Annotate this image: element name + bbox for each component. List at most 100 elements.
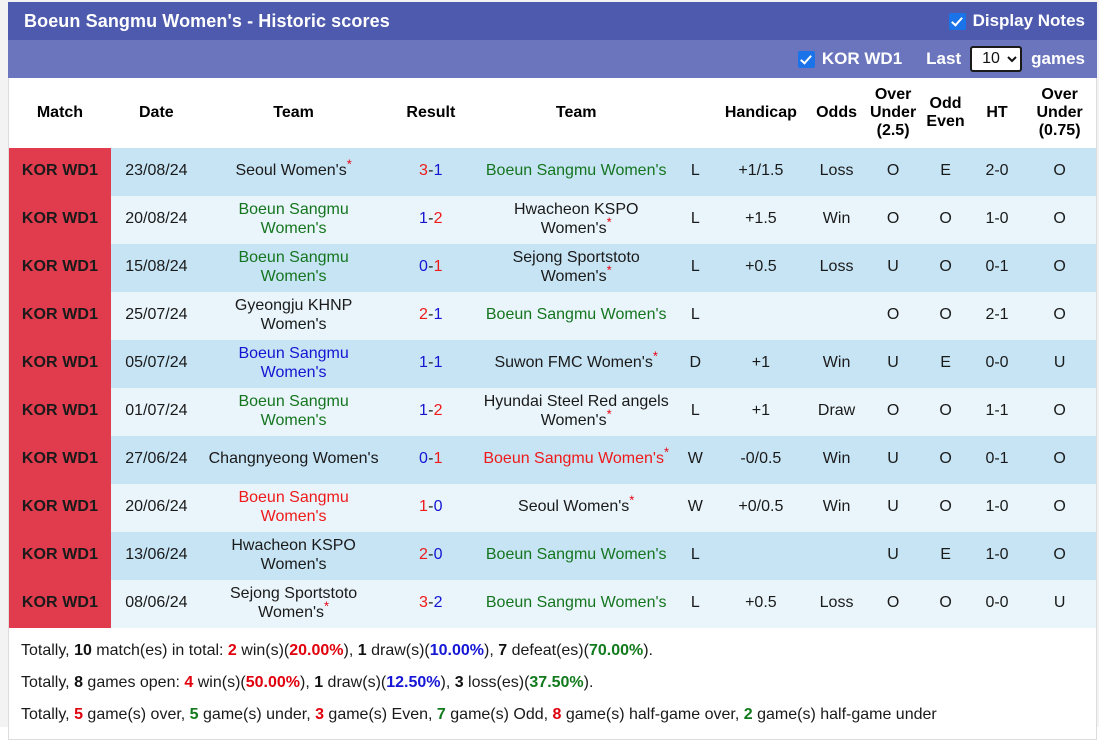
team-name[interactable]: Boeun Sangmu Women's	[238, 201, 348, 237]
competition-badge[interactable]: KOR WD1	[9, 195, 111, 244]
away-score: 1	[433, 162, 443, 180]
over-under-075-value: O	[1023, 147, 1096, 196]
league-filter-toggle[interactable]: KOR WD1	[797, 49, 902, 69]
col-header-odd-even[interactable]: Odd Even	[920, 78, 971, 148]
col-header-handicap[interactable]: Handicap	[714, 78, 808, 148]
away-score: 2	[433, 594, 443, 612]
team-name[interactable]: Hwacheon KSPO Women's	[231, 537, 356, 573]
home-team-cell[interactable]: Boeun Sangmu Women's	[201, 243, 386, 292]
col-header-over-under-075[interactable]: Over Under (0.75)	[1023, 78, 1096, 148]
away-team-cell[interactable]: Sejong Sportstoto Women's*	[476, 243, 677, 292]
table-row[interactable]: KOR WD1 13/06/24 Hwacheon KSPO Women's 2-0 B…	[9, 531, 1096, 580]
competition-badge[interactable]: KOR WD1	[9, 483, 111, 532]
table-row[interactable]: KOR WD1 05/07/24 Boeun Sangmu Women's 1-1 Su…	[9, 339, 1096, 388]
table-row[interactable]: KOR WD1 27/06/24 Changnyeong Women's 0-1 Boe…	[9, 435, 1096, 484]
team-name[interactable]: Boeun Sangmu Women's	[238, 345, 348, 381]
over-under-075-value: O	[1023, 387, 1096, 436]
last-games-select[interactable]: 5102030	[970, 46, 1023, 72]
team-name[interactable]: Boeun Sangmu Women's	[486, 594, 667, 611]
away-team-cell[interactable]: Hyundai Steel Red angels Women's*	[476, 387, 677, 436]
col-header-result[interactable]: Result	[385, 78, 477, 148]
col-header-away-team[interactable]: Team	[476, 78, 677, 148]
team-name[interactable]: Changnyeong Women's	[209, 450, 379, 467]
odd-even-value: E	[920, 339, 971, 388]
competition-badge[interactable]: KOR WD1	[9, 579, 111, 628]
team-name[interactable]: Boeun Sangmu Women's	[238, 393, 348, 429]
home-team-cell[interactable]: Seoul Women's*	[201, 147, 386, 196]
competition-badge[interactable]: KOR WD1	[9, 243, 111, 292]
home-team-cell[interactable]: Boeun Sangmu Women's	[201, 387, 386, 436]
home-team-cell[interactable]: Sejong Sportstoto Women's*	[201, 579, 386, 628]
col-header-ht[interactable]: HT	[970, 78, 1024, 148]
home-team-cell[interactable]: Boeun Sangmu Women's	[201, 339, 386, 388]
txt: games open:	[82, 673, 185, 691]
txt: Totally,	[21, 706, 75, 724]
team-name[interactable]: Seoul Women's*	[235, 158, 351, 179]
competition-badge[interactable]: KOR WD1	[9, 291, 111, 340]
away-team-cell[interactable]: Boeun Sangmu Women's	[476, 579, 677, 628]
table-row[interactable]: KOR WD1 23/08/24 Seoul Women's* 3-1 Boeun Sa…	[9, 147, 1096, 196]
over-under-075-value: O	[1023, 243, 1096, 292]
away-team-cell[interactable]: Boeun Sangmu Women's	[476, 291, 677, 340]
table-row[interactable]: KOR WD1 20/08/24 Boeun Sangmu Women's 1-2 Hw…	[9, 195, 1096, 244]
open-draws: 1	[314, 673, 324, 691]
table-row[interactable]: KOR WD1 20/06/24 Boeun Sangmu Women's 1-0 Se…	[9, 483, 1096, 532]
home-team-cell[interactable]: Changnyeong Women's	[201, 435, 386, 484]
away-team-cell[interactable]: Boeun Sangmu Women's*	[476, 435, 677, 484]
table-row[interactable]: KOR WD1 25/07/24 Gyeongju KHNP Women's 2-1 B…	[9, 291, 1096, 340]
team-name[interactable]: Boeun Sangmu Women's*	[483, 446, 669, 467]
table-row[interactable]: KOR WD1 15/08/24 Boeun Sangmu Women's 0-1 Se…	[9, 243, 1096, 292]
outcome-letter: L	[676, 291, 715, 340]
table-row[interactable]: KOR WD1 01/07/24 Boeun Sangmu Women's 1-2 Hy…	[9, 387, 1096, 436]
col-header-date[interactable]: Date	[110, 78, 202, 148]
txt: game(s) half-game over,	[561, 706, 744, 724]
half-time-score: 0-0	[970, 339, 1024, 388]
games-label: games	[1031, 49, 1085, 68]
handicap-value	[714, 291, 808, 340]
team-name[interactable]: Sejong Sportstoto Women's*	[513, 249, 640, 285]
team-name[interactable]: Boeun Sangmu Women's	[486, 546, 667, 563]
home-team-cell[interactable]: Gyeongju KHNP Women's	[201, 291, 386, 340]
home-team-cell[interactable]: Boeun Sangmu Women's	[201, 483, 386, 532]
outcome-letter: W	[676, 435, 715, 484]
away-team-cell[interactable]: Boeun Sangmu Women's	[476, 531, 677, 580]
team-name[interactable]: Hwacheon KSPO Women's*	[514, 201, 639, 237]
match-date: 25/07/24	[110, 291, 202, 340]
team-name[interactable]: Boeun Sangmu Women's	[238, 249, 348, 285]
txt: loss(es)(	[463, 673, 530, 691]
away-team-cell[interactable]: Suwon FMC Women's*	[476, 339, 677, 388]
competition-badge[interactable]: KOR WD1	[9, 531, 111, 580]
home-team-cell[interactable]: Boeun Sangmu Women's	[201, 195, 386, 244]
col-header-over-under-25[interactable]: Over Under (2.5)	[865, 78, 921, 148]
col-header-odds[interactable]: Odds	[807, 78, 866, 148]
team-name[interactable]: Seoul Women's*	[518, 494, 634, 515]
team-name[interactable]: Boeun Sangmu Women's	[486, 306, 667, 323]
display-notes-toggle[interactable]: Display Notes	[948, 11, 1085, 31]
team-name[interactable]: Boeun Sangmu Women's	[238, 489, 348, 525]
summary-line-open: Totally, 8 games open: 4 win(s)(50.00%),…	[21, 667, 1084, 699]
team-name[interactable]: Gyeongju KHNP Women's	[235, 297, 352, 333]
competition-badge[interactable]: KOR WD1	[9, 387, 111, 436]
outcome-letter: L	[676, 195, 715, 244]
team-name[interactable]: Sejong Sportstoto Women's*	[230, 585, 357, 621]
checkbox-checked-icon[interactable]	[797, 50, 815, 68]
oddeven-line1: Odd	[929, 94, 962, 112]
home-team-cell[interactable]: Hwacheon KSPO Women's	[201, 531, 386, 580]
col-header-home-team[interactable]: Team	[201, 78, 386, 148]
open-losses: 3	[454, 673, 464, 691]
competition-badge[interactable]: KOR WD1	[9, 435, 111, 484]
away-team-cell[interactable]: Seoul Women's*	[476, 483, 677, 532]
col-header-match[interactable]: Match	[9, 78, 111, 148]
team-name[interactable]: Boeun Sangmu Women's	[486, 162, 667, 179]
match-date: 15/08/24	[110, 243, 202, 292]
away-team-cell[interactable]: Hwacheon KSPO Women's*	[476, 195, 677, 244]
table-row[interactable]: KOR WD1 08/06/24 Sejong Sportstoto Women's…	[9, 579, 1096, 628]
away-team-cell[interactable]: Boeun Sangmu Women's	[476, 147, 677, 196]
competition-badge[interactable]: KOR WD1	[9, 339, 111, 388]
team-name[interactable]: Hyundai Steel Red angels Women's*	[484, 393, 669, 429]
games-even: 3	[315, 706, 324, 724]
checkbox-checked-icon[interactable]	[948, 12, 966, 30]
outcome-letter: L	[676, 531, 715, 580]
team-name[interactable]: Suwon FMC Women's*	[494, 350, 657, 371]
competition-badge[interactable]: KOR WD1	[9, 147, 111, 196]
